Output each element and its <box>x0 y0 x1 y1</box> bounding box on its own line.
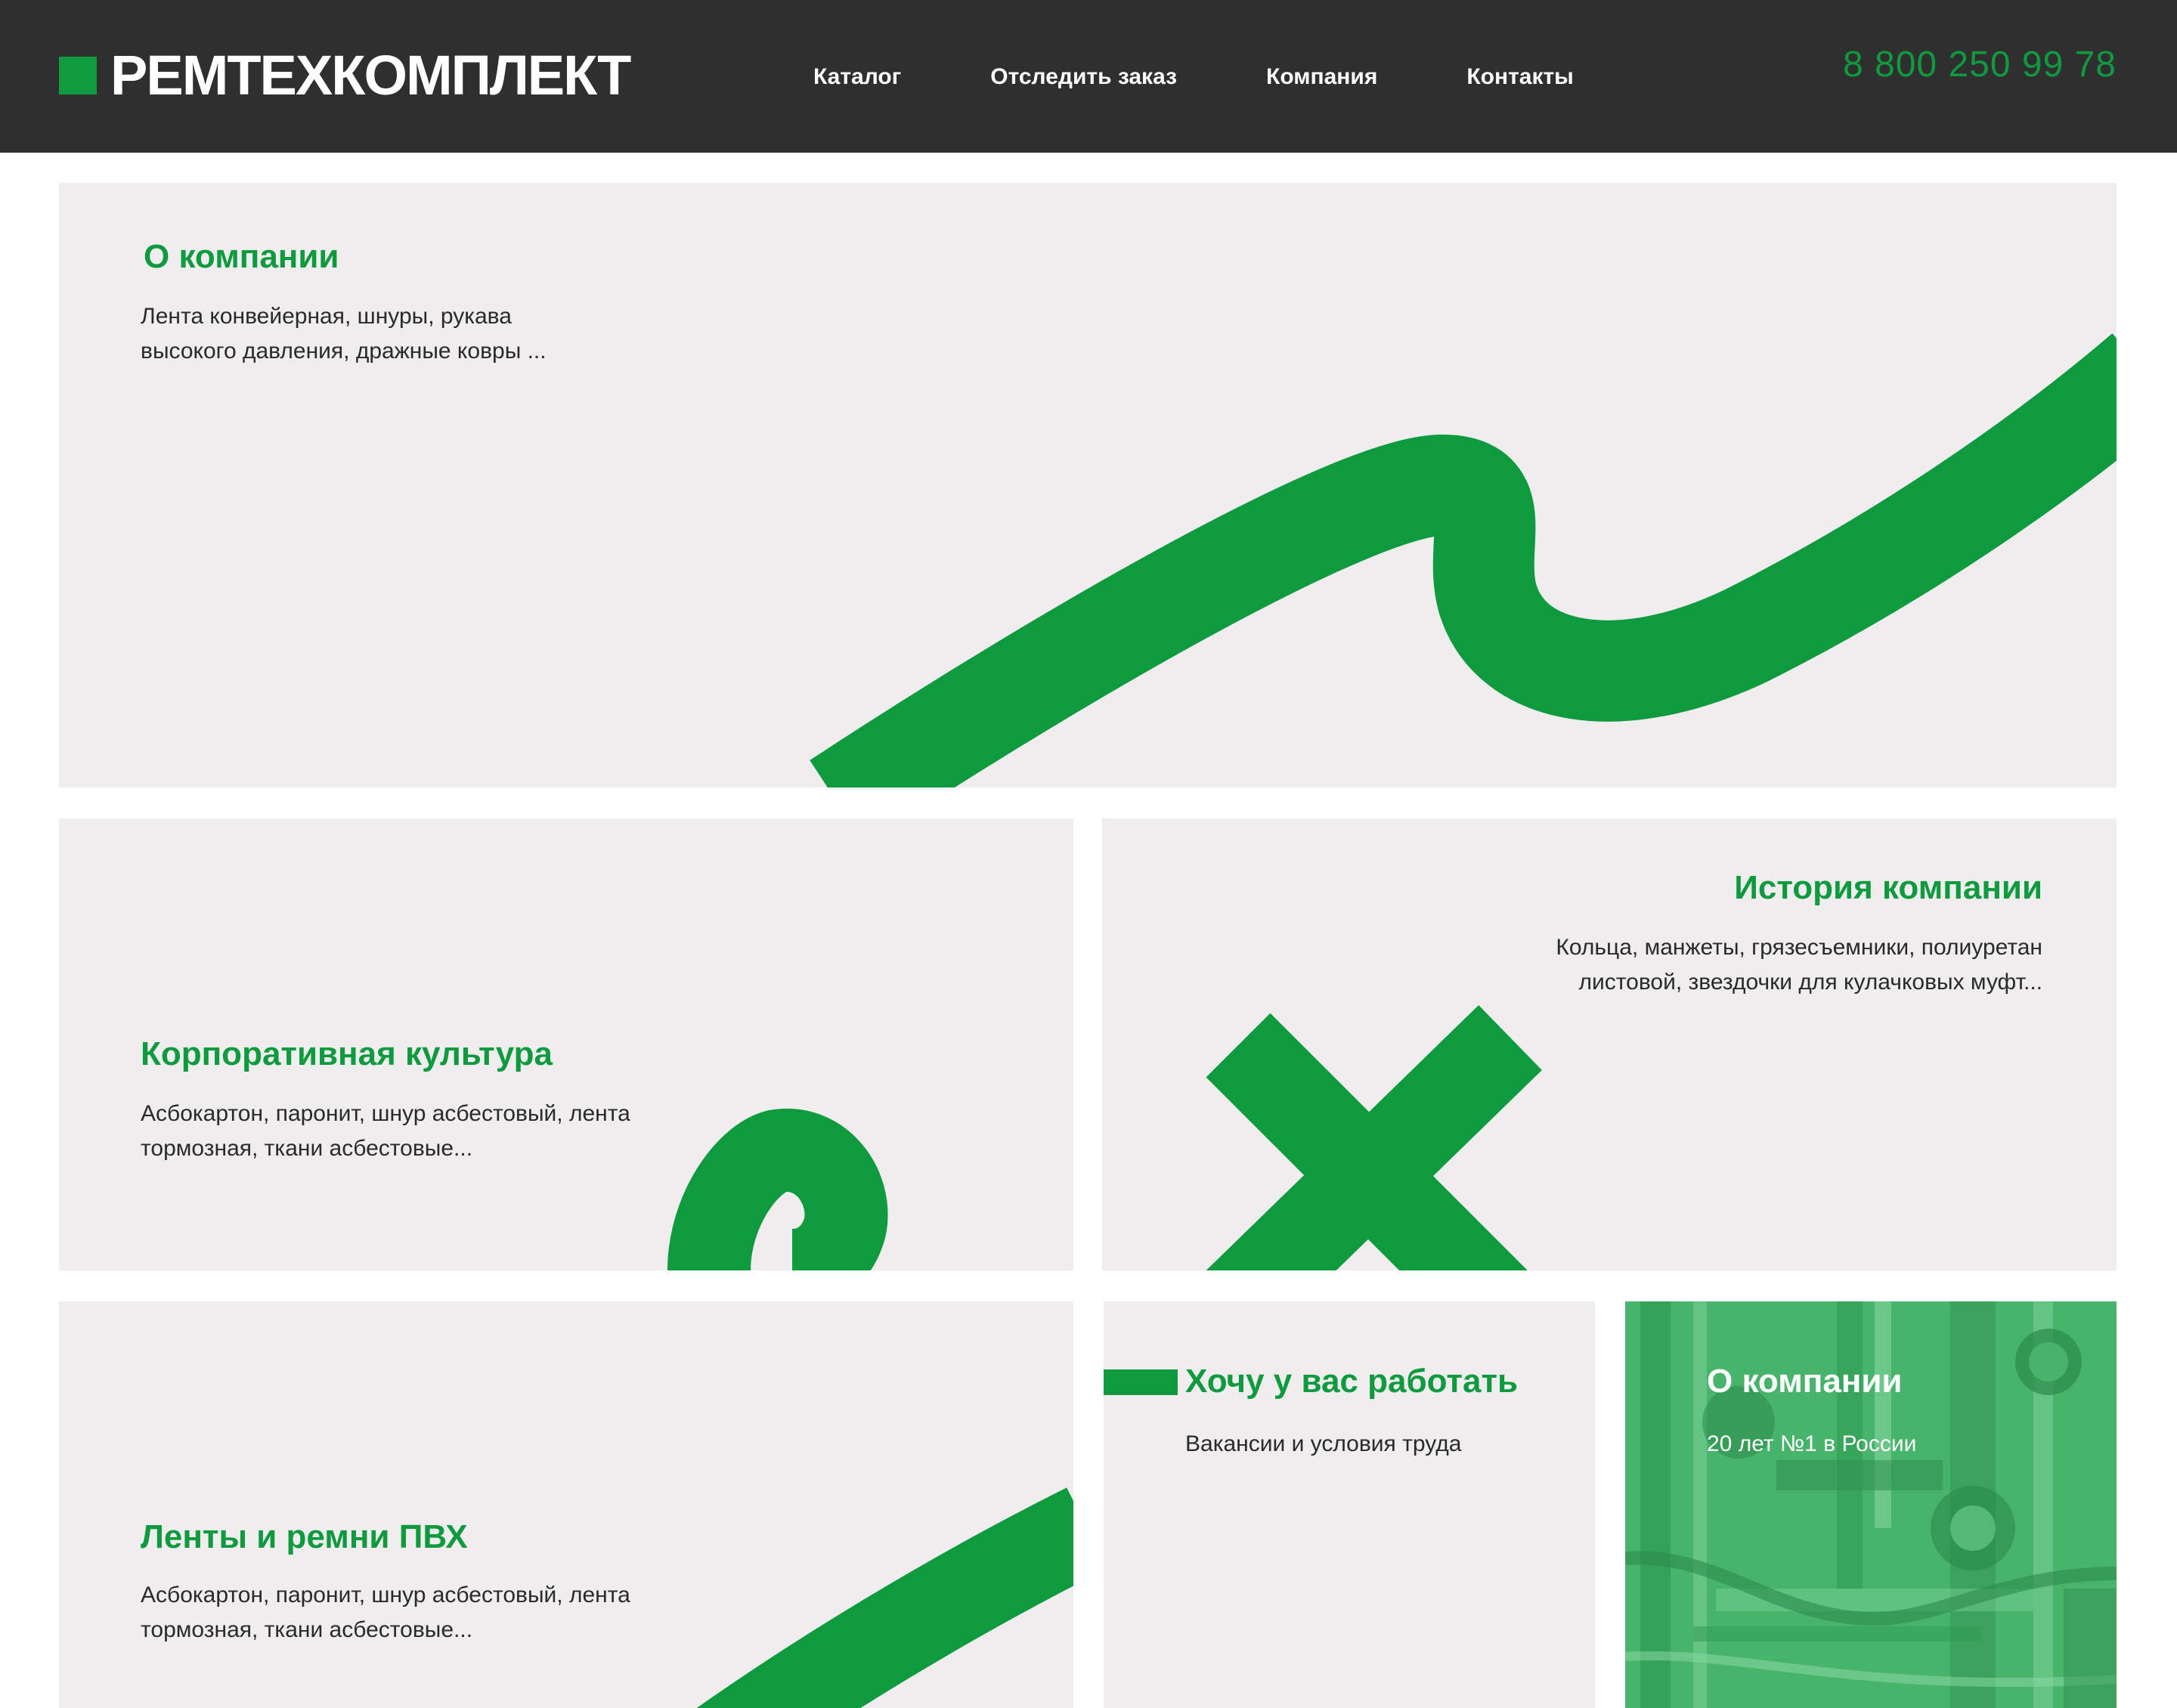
card-description-line: тормозная, ткани асбестовые... <box>141 1136 473 1161</box>
card-about-company[interactable]: О компании Лента конвейерная, шнуры, рук… <box>59 183 2117 787</box>
card-pvc-belts[interactable]: Ленты и ремни ПВХ Асбокартон, паронит, ш… <box>59 1301 1073 1708</box>
card-title: Ленты и ремни ПВХ <box>141 1518 468 1555</box>
card-description-line: высокого давления, дражные ковры ... <box>141 339 547 364</box>
nav-company[interactable]: Компания <box>1266 63 1377 91</box>
card-description: Кольца, манжеты, грязесъемники, полиурет… <box>1556 930 2042 1000</box>
top-navigation-bar: РЕМТЕХКОМПЛЕКТ Каталог Отследить заказ К… <box>0 0 2177 153</box>
nav-contacts[interactable]: Контакты <box>1466 63 1573 91</box>
card-title: О компании <box>144 238 339 275</box>
site-logo[interactable]: РЕМТЕХКОМПЛЕКТ <box>59 38 631 113</box>
card-about-company-photo[interactable]: О компании 20 лет №1 в России <box>1625 1301 2117 1708</box>
card-description: Лента конвейерная, шнуры, рукава высоког… <box>141 299 547 369</box>
card-description: Асбокартон, паронит, шнур асбестовый, ле… <box>141 1097 630 1166</box>
card-description-line: листовой, звездочки для кулачковых муфт.… <box>1578 970 2042 995</box>
card-description-line: Лента конвейерная, шнуры, рукава <box>141 304 512 329</box>
card-title: Хочу у вас работать <box>1185 1363 1519 1400</box>
card-description-line: тормозная, ткани асбестовые... <box>141 1617 473 1642</box>
card-corporate-culture[interactable]: Корпоративная культура Асбокартон, парон… <box>59 818 1073 1270</box>
card-description-line: Асбокартон, паронит, шнур асбестовый, ле… <box>141 1583 630 1607</box>
card-title: Корпоративная культура <box>141 1035 553 1072</box>
green-wave-decoration <box>810 333 2117 787</box>
card-description-line: Кольца, манжеты, грязесъемники, полиурет… <box>1556 935 2042 960</box>
card-description: Асбокартон, паронит, шнур асбестовый, ле… <box>141 1578 630 1648</box>
card-description-line: Асбокартон, паронит, шнур асбестовый, ле… <box>141 1101 630 1126</box>
nav-track-order[interactable]: Отследить заказ <box>990 63 1177 91</box>
logo-text: РЕМТЕХКОМПЛЕКТ <box>110 44 631 107</box>
nav-catalog[interactable]: Каталог <box>813 63 901 91</box>
accent-bar <box>1104 1369 1178 1395</box>
card-description: 20 лет №1 в России <box>1707 1431 1917 1456</box>
card-title: История компании <box>1734 869 2042 906</box>
main-nav: Каталог Отследить заказ Компания Контакт… <box>813 63 1574 91</box>
phone-number[interactable]: 8 800 250 99 78 <box>1843 45 2117 85</box>
card-company-history[interactable]: История компании Кольца, манжеты, грязес… <box>1102 818 2117 1270</box>
logo-square-icon <box>59 57 97 94</box>
card-title: О компании <box>1707 1363 1903 1400</box>
card-careers[interactable]: Хочу у вас работать Вакансии и условия т… <box>1104 1301 1595 1708</box>
card-description: Вакансии и условия труда <box>1185 1431 1462 1456</box>
